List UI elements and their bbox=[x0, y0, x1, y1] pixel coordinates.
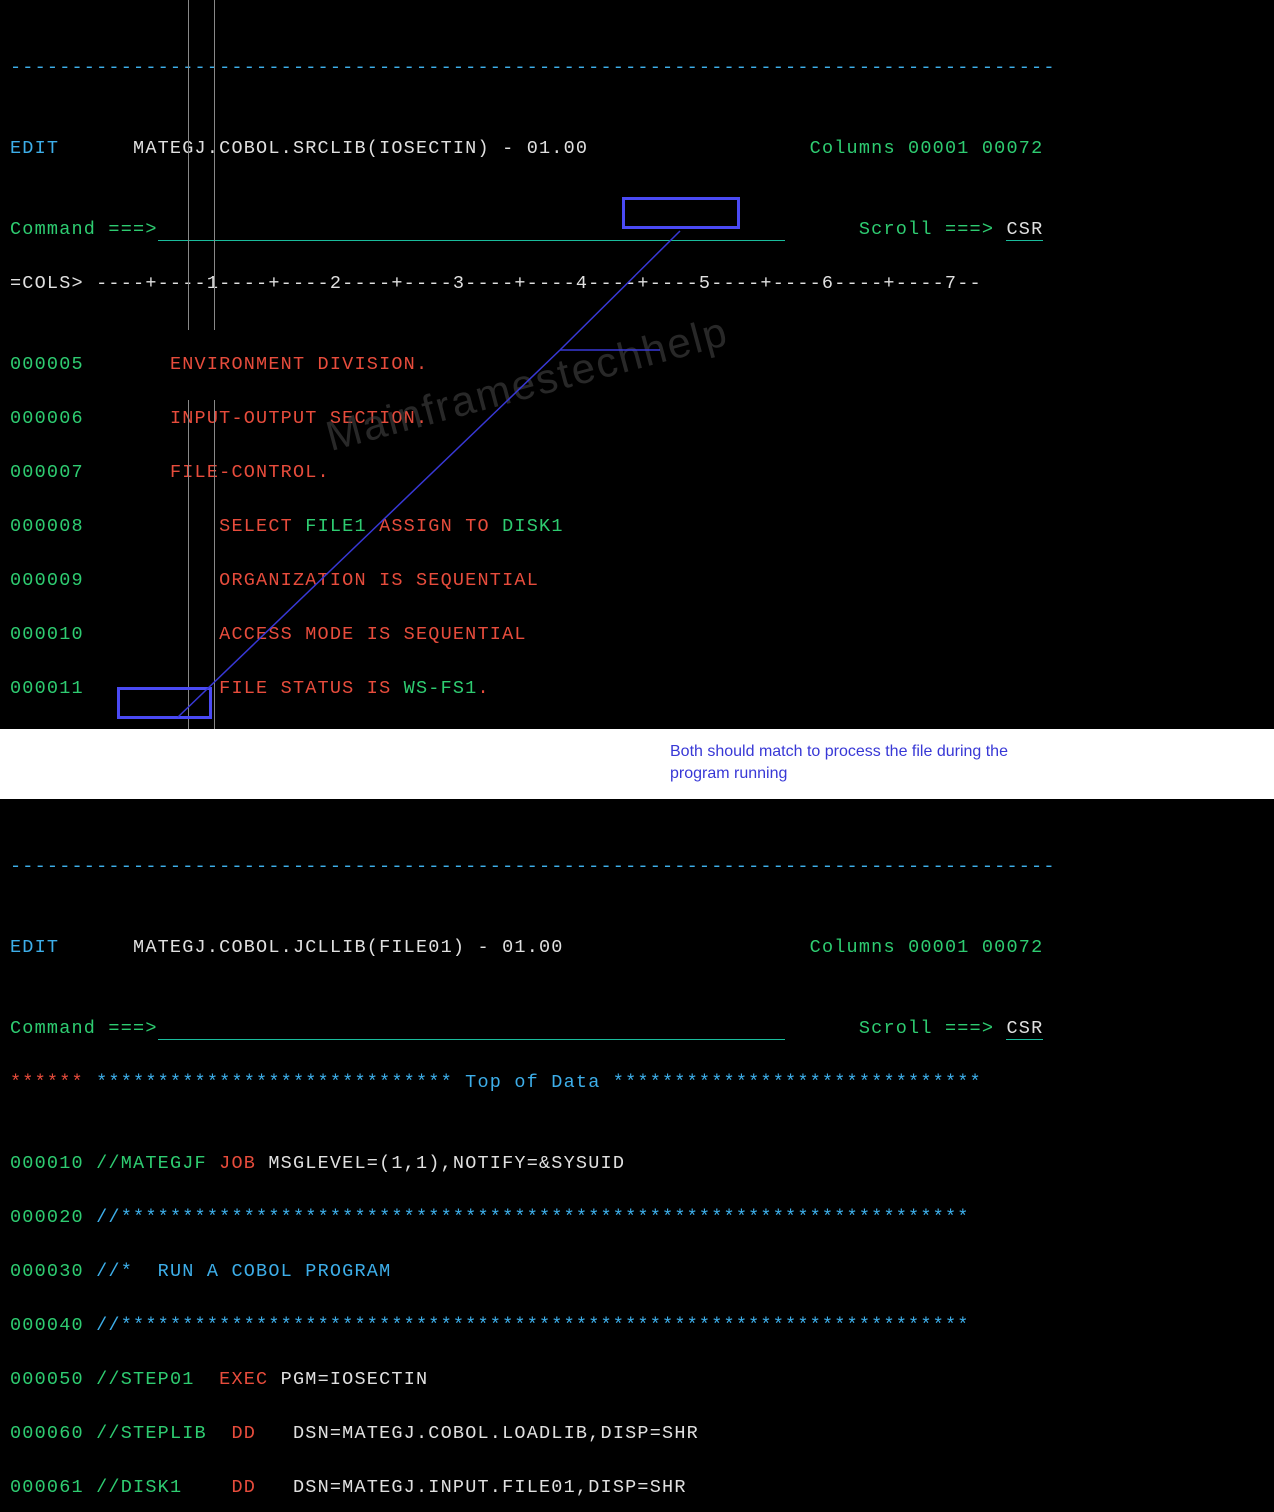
dd-kw[interactable]: DD bbox=[231, 1477, 256, 1498]
code[interactable]: ASSIGN TO bbox=[367, 516, 502, 537]
code[interactable]: ENVIRONMENT DIVISION. bbox=[170, 354, 428, 375]
jobname[interactable]: MATEGJF bbox=[121, 1153, 219, 1174]
lineno[interactable]: 000010 bbox=[10, 1153, 84, 1174]
ddname-steplib[interactable]: STEPLIB bbox=[121, 1423, 232, 1444]
lineno[interactable]: 000040 bbox=[10, 1315, 84, 1336]
lineno[interactable]: 000030 bbox=[10, 1261, 84, 1282]
job-kw[interactable]: JOB bbox=[219, 1153, 256, 1174]
code[interactable]: ORGANIZATION IS SEQUENTIAL bbox=[170, 570, 539, 591]
command-input[interactable] bbox=[158, 219, 785, 241]
lineno[interactable]: 000061 bbox=[10, 1477, 84, 1498]
comment[interactable]: ****************************************… bbox=[121, 1315, 970, 1336]
top-stars-prefix: ****** bbox=[10, 1072, 84, 1093]
exec-kw[interactable]: EXEC bbox=[219, 1369, 268, 1390]
lineno[interactable]: 000008 bbox=[10, 516, 84, 537]
lineno[interactable]: 000011 bbox=[10, 678, 84, 699]
lineno[interactable]: 000006 bbox=[10, 408, 84, 429]
code[interactable]: ACCESS MODE IS SEQUENTIAL bbox=[170, 624, 527, 645]
lineno[interactable]: 000005 bbox=[10, 354, 84, 375]
scroll-label: Scroll ===> bbox=[859, 219, 994, 240]
panel-jcl: ----------------------------------------… bbox=[0, 799, 1274, 1512]
ws-fs1-ident[interactable]: WS-FS1 bbox=[404, 678, 478, 699]
stepname[interactable]: STEP01 bbox=[121, 1369, 219, 1390]
comment[interactable]: ****************************************… bbox=[121, 1207, 970, 1228]
lineno[interactable]: 000020 bbox=[10, 1207, 84, 1228]
lineno[interactable]: 000007 bbox=[10, 462, 84, 483]
dash-line: ----------------------------------------… bbox=[10, 57, 1056, 78]
annotation-text: Both should match to process the file du… bbox=[670, 741, 1008, 785]
dash-line: ----------------------------------------… bbox=[10, 856, 1056, 877]
scroll-value[interactable]: CSR bbox=[1006, 1018, 1043, 1040]
scroll-label: Scroll ===> bbox=[859, 1018, 994, 1039]
file1-ident[interactable]: FILE1 bbox=[305, 516, 367, 537]
code[interactable]: FILE-CONTROL. bbox=[170, 462, 330, 483]
dataset-name: MATEGJ.COBOL.SRCLIB(IOSECTIN) - 01.00 bbox=[133, 138, 588, 159]
code[interactable]: INPUT-OUTPUT SECTION. bbox=[170, 408, 428, 429]
dd-kw[interactable]: DD bbox=[231, 1423, 256, 1444]
ddname-disk1[interactable]: DISK1 bbox=[121, 1477, 232, 1498]
edit-label: EDIT bbox=[10, 937, 59, 958]
lineno[interactable]: 000010 bbox=[10, 624, 84, 645]
lineno[interactable]: 000060 bbox=[10, 1423, 84, 1444]
top-of-data: Top of Data bbox=[465, 1072, 600, 1093]
columns-indicator: Columns 00001 00072 bbox=[810, 937, 1044, 958]
cols-ruler: =COLS> ----+----1----+----2----+----3---… bbox=[10, 273, 982, 294]
code[interactable]: FILE STATUS IS bbox=[170, 678, 404, 699]
command-input[interactable] bbox=[158, 1018, 785, 1040]
command-prompt: Command ===> bbox=[10, 1018, 158, 1039]
dataset-name: MATEGJ.COBOL.JCLLIB(FILE01) - 01.00 bbox=[133, 937, 564, 958]
columns-indicator: Columns 00001 00072 bbox=[810, 138, 1044, 159]
annotation-band: Both should match to process the file du… bbox=[0, 729, 1274, 799]
comment[interactable]: * RUN A COBOL PROGRAM bbox=[121, 1261, 392, 1282]
disk1-ident[interactable]: DISK1 bbox=[502, 516, 564, 537]
command-prompt: Command ===> bbox=[10, 219, 158, 240]
lineno[interactable]: 000050 bbox=[10, 1369, 84, 1390]
scroll-value[interactable]: CSR bbox=[1006, 219, 1043, 241]
code[interactable]: SELECT bbox=[170, 516, 305, 537]
edit-label: EDIT bbox=[10, 138, 59, 159]
lineno[interactable]: 000009 bbox=[10, 570, 84, 591]
panel-cobol-source: ----------------------------------------… bbox=[0, 0, 1274, 729]
